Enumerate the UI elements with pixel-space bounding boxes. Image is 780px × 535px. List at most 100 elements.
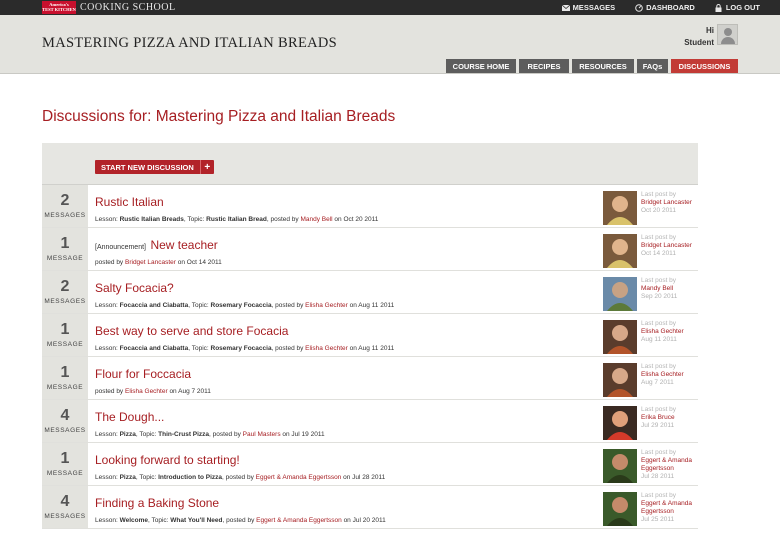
last-post-author-link[interactable]: Eggert & Amanda Eggertsson bbox=[641, 457, 698, 473]
discussion-row[interactable]: 2 MESSAGES Salty Focacia? Lesson: Focaccia … bbox=[42, 271, 698, 314]
user-name: Student bbox=[684, 38, 714, 47]
poster-photo[interactable] bbox=[603, 449, 637, 483]
discussion-title-link[interactable]: The Dough... bbox=[95, 410, 164, 424]
avatar-head bbox=[724, 28, 732, 36]
meta-text: on Jul 28 2011 bbox=[341, 474, 386, 481]
top-bar: America's TEST KITCHEN COOKING SCHOOL ME… bbox=[0, 0, 780, 15]
discussion-row[interactable]: 4 MESSAGES Finding a Baking Stone Lesson: W… bbox=[42, 486, 698, 529]
meta-text: on Aug 7 2011 bbox=[167, 388, 211, 395]
tab-discussions[interactable]: DISCUSSIONS bbox=[671, 59, 738, 73]
author-link[interactable]: Mandy Bell bbox=[300, 216, 332, 223]
author-link[interactable]: Bridget Lancaster bbox=[125, 259, 176, 266]
start-new-discussion-button[interactable]: START NEW DISCUSSION + bbox=[95, 160, 214, 174]
title-line: Looking forward to starting! bbox=[95, 451, 603, 469]
message-count-label: MESSAGE bbox=[46, 470, 84, 477]
message-count-label: MESSAGES bbox=[44, 212, 86, 219]
message-count: 1 MESSAGE bbox=[42, 443, 88, 485]
author-link[interactable]: Paul Masters bbox=[243, 431, 281, 438]
poster-photo[interactable] bbox=[603, 320, 637, 354]
meta-text: , posted by bbox=[271, 345, 306, 352]
last-post-author-link[interactable]: Bridget Lancaster bbox=[641, 199, 692, 207]
discussion-row[interactable]: 1 MESSAGE Looking forward to starting! Less… bbox=[42, 443, 698, 486]
last-post-author-link[interactable]: Eggert & Amanda Eggertsson bbox=[641, 500, 698, 516]
atk-logo[interactable]: America's TEST KITCHEN bbox=[42, 1, 76, 14]
title-line: The Dough... bbox=[95, 408, 603, 426]
message-count: 1 MESSAGE bbox=[42, 314, 88, 356]
discussion-meta: Lesson: Pizza, Topic: Thin-Crust Pizza, … bbox=[95, 431, 603, 438]
user-greeting: Hi Student bbox=[684, 25, 714, 49]
tab-course-home[interactable]: COURSE HOME bbox=[446, 59, 516, 73]
discussion-title-link[interactable]: Best way to serve and store Focacia bbox=[95, 324, 288, 338]
lesson-topic-text: Pizza bbox=[119, 474, 136, 481]
discussion-row[interactable]: 4 MESSAGES The Dough... Lesson: Pizza, Topi… bbox=[42, 400, 698, 443]
last-post-label: Last post by bbox=[641, 492, 677, 499]
greeting-text: Hi bbox=[706, 26, 714, 35]
meta-text: , Topic: bbox=[188, 302, 211, 309]
last-post-author-link[interactable]: Erika Bruce bbox=[641, 414, 676, 422]
message-count-number: 2 bbox=[60, 278, 70, 295]
author-link[interactable]: Elisha Gechter bbox=[305, 345, 348, 352]
lesson-topic-text: Rosemary Focaccia bbox=[210, 345, 272, 352]
discussion-title-link[interactable]: New teacher bbox=[150, 238, 217, 252]
meta-text: , Topic: bbox=[183, 216, 207, 223]
discussion-topic: Finding a Baking Stone Lesson: Welcome, T… bbox=[88, 486, 603, 528]
message-count-label: MESSAGES bbox=[44, 427, 86, 434]
last-post: Last post by Bridget Lancaster Oct 20 2011 bbox=[603, 185, 698, 227]
poster-photo[interactable] bbox=[603, 277, 637, 311]
message-count: 2 MESSAGES bbox=[42, 271, 88, 313]
last-post-label: Last post by bbox=[641, 320, 677, 327]
title-line: Best way to serve and store Focacia bbox=[95, 322, 603, 340]
author-link[interactable]: Eggert & Amanda Eggertsson bbox=[256, 474, 342, 481]
author-link[interactable]: Elisha Gechter bbox=[305, 302, 348, 309]
author-link[interactable]: Elisha Gechter bbox=[125, 388, 168, 395]
meta-text: on Aug 11 2011 bbox=[347, 302, 395, 309]
last-post-author-link[interactable]: Elisha Gechter bbox=[641, 371, 684, 379]
tab-recipes[interactable]: RECIPES bbox=[519, 59, 569, 73]
meta-text: on Jul 20 2011 bbox=[341, 517, 386, 524]
course-title: MASTERING PIZZA AND ITALIAN BREADS bbox=[42, 35, 338, 51]
last-post-author-link[interactable]: Bridget Lancaster bbox=[641, 242, 692, 250]
last-post-author-link[interactable]: Mandy Bell bbox=[641, 285, 677, 293]
last-post-date: Oct 14 2011 bbox=[641, 250, 676, 257]
discussion-row[interactable]: 1 MESSAGE [Announcement] New teacher posted… bbox=[42, 228, 698, 271]
discussion-row[interactable]: 1 MESSAGE Best way to serve and store Foca… bbox=[42, 314, 698, 357]
poster-photo-image bbox=[603, 406, 637, 440]
meta-text: , posted by bbox=[266, 216, 301, 223]
poster-photo[interactable] bbox=[603, 406, 637, 440]
last-post-date: Oct 20 2011 bbox=[641, 207, 676, 214]
tab-resources[interactable]: RESOURCES bbox=[572, 59, 634, 73]
poster-photo[interactable] bbox=[603, 191, 637, 225]
discussion-title-link[interactable]: Flour for Foccacia bbox=[95, 367, 191, 381]
messages-link[interactable]: MESSAGES bbox=[561, 3, 636, 12]
message-count: 1 MESSAGE bbox=[42, 228, 88, 270]
discussion-row[interactable]: 1 MESSAGE Flour for Foccacia posted by Elis… bbox=[42, 357, 698, 400]
brand[interactable]: America's TEST KITCHEN COOKING SCHOOL bbox=[42, 1, 176, 14]
poster-photo-image bbox=[603, 320, 637, 354]
poster-photo[interactable] bbox=[603, 363, 637, 397]
author-link[interactable]: Eggert & Amanda Eggertsson bbox=[256, 517, 342, 524]
lesson-topic-text: Focaccia and Ciabatta bbox=[119, 302, 189, 309]
tab-faqs[interactable]: FAQs bbox=[637, 59, 668, 73]
lesson-topic-text: Introduction to Pizza bbox=[158, 474, 223, 481]
title-line: Flour for Foccacia bbox=[95, 365, 603, 383]
title-line: Rustic Italian bbox=[95, 193, 603, 211]
poster-photo[interactable] bbox=[603, 492, 637, 526]
discussion-title-link[interactable]: Finding a Baking Stone bbox=[95, 496, 219, 510]
avatar[interactable] bbox=[717, 24, 738, 45]
start-button-label: START NEW DISCUSSION bbox=[101, 162, 194, 172]
dashboard-link[interactable]: DASHBOARD bbox=[635, 3, 715, 12]
discussion-title-link[interactable]: Looking forward to starting! bbox=[95, 453, 240, 467]
discussion-row[interactable]: 2 MESSAGES Rustic Italian Lesson: Rustic It… bbox=[42, 185, 698, 228]
last-post-author-link[interactable]: Elisha Gechter bbox=[641, 328, 684, 336]
discussion-meta: posted by Bridget Lancaster on Oct 14 20… bbox=[95, 259, 603, 266]
discussion-title-link[interactable]: Rustic Italian bbox=[95, 195, 164, 209]
discussion-title-link[interactable]: Salty Focacia? bbox=[95, 281, 174, 295]
message-count-label: MESSAGE bbox=[46, 384, 84, 391]
meta-text: on Aug 11 2011 bbox=[347, 345, 395, 352]
school-name[interactable]: COOKING SCHOOL bbox=[80, 2, 176, 13]
logout-link[interactable]: LOG OUT bbox=[715, 3, 780, 12]
meta-text: , posted by bbox=[222, 474, 256, 481]
poster-photo[interactable] bbox=[603, 234, 637, 268]
last-post-text: Last post by Erika Bruce Jul 29 2011 bbox=[641, 406, 676, 442]
title-line: Salty Focacia? bbox=[95, 279, 603, 297]
